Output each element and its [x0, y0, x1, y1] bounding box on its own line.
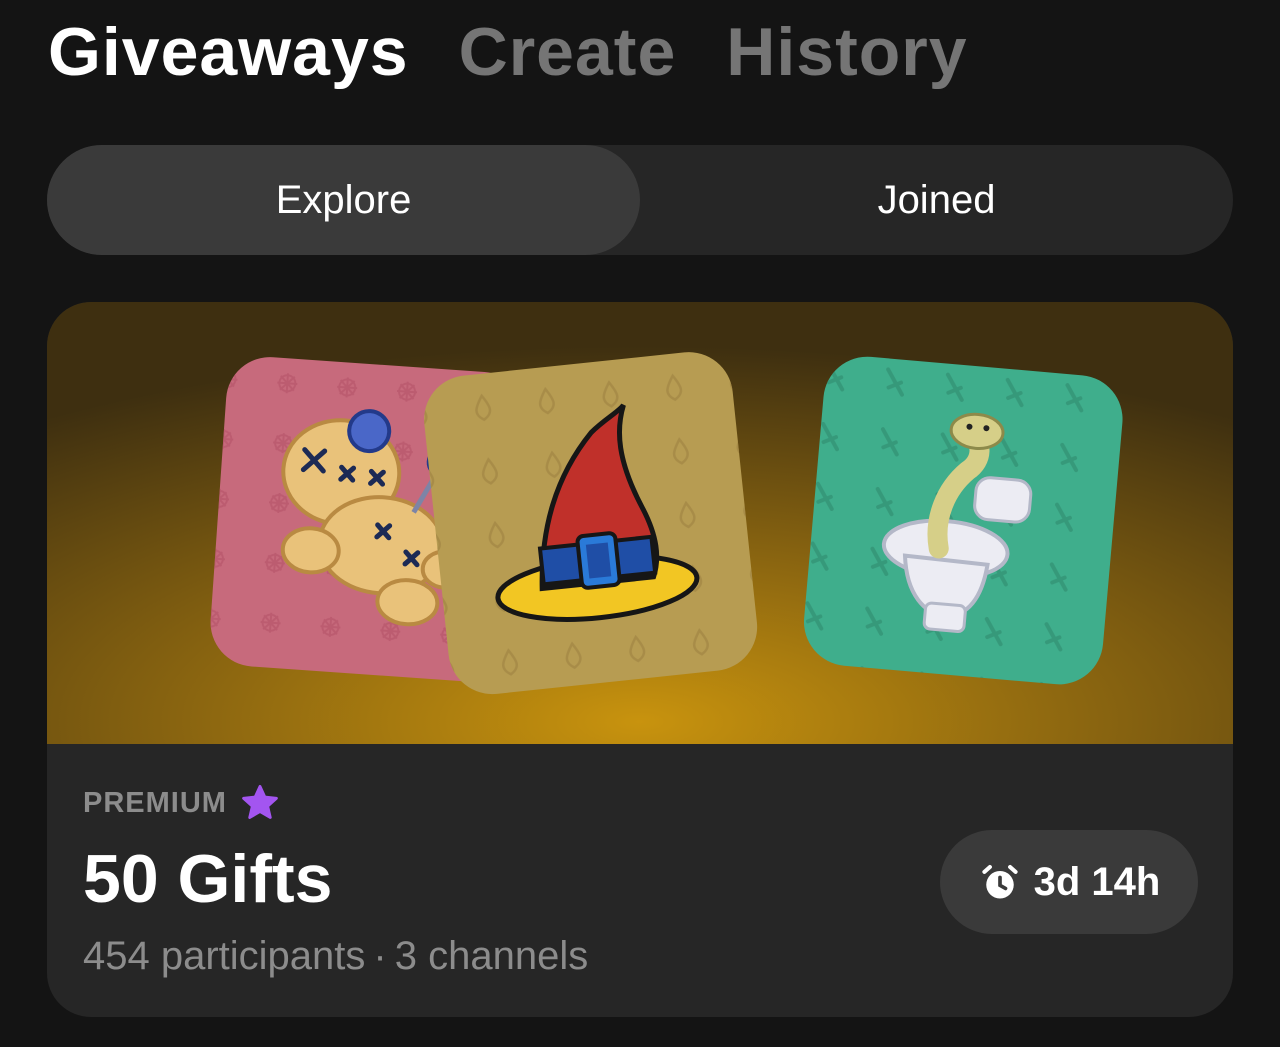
star-icon	[242, 784, 278, 819]
giveaway-meta: 454 participants · 3 channels	[83, 934, 588, 979]
meta-separator: ·	[373, 934, 387, 978]
witch-hat-tile	[424, 352, 758, 695]
giveaway-title: 50 Gifts	[83, 841, 333, 917]
giveaway-info: PREMIUM 50 Gifts 454 participants · 3 chan…	[47, 744, 1233, 1017]
time-remaining-badge: 3d 14h	[940, 830, 1198, 934]
alarm-clock-icon	[982, 864, 1018, 899]
tab-create[interactable]: Create	[459, 12, 677, 92]
segmented-control: Explore Joined	[47, 145, 1233, 255]
segment-explore[interactable]: Explore	[47, 145, 640, 255]
tab-history[interactable]: History	[726, 12, 967, 92]
giveaway-card[interactable]: PREMIUM 50 Gifts 454 participants · 3 chan…	[47, 302, 1233, 1017]
segment-joined[interactable]: Joined	[640, 145, 1233, 255]
premium-label: PREMIUM	[83, 786, 227, 819]
channels-count: 3 channels	[394, 934, 589, 978]
snake-toilet-tile	[803, 356, 1123, 685]
tab-giveaways[interactable]: Giveaways	[48, 12, 409, 92]
participants-count: 454 participants	[83, 934, 366, 978]
giveaway-banner	[47, 302, 1233, 744]
premium-badge: PREMIUM	[83, 782, 281, 824]
time-remaining: 3d 14h	[1033, 859, 1161, 904]
top-tab-bar: Giveaways Create History	[48, 12, 968, 92]
